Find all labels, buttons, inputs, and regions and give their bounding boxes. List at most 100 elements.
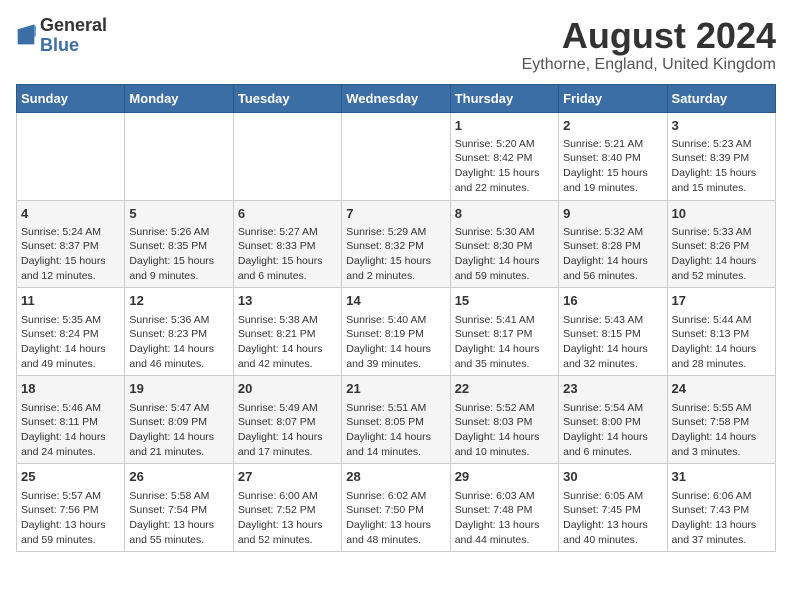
day-info: Sunrise: 5:49 AM Sunset: 8:07 PM Dayligh… — [238, 401, 337, 460]
column-header-tuesday: Tuesday — [233, 84, 341, 112]
calendar-cell: 27 Sunrise: 6:00 AM Sunset: 7:52 PM Dayli… — [233, 464, 341, 552]
day-number: 9 — [563, 205, 662, 223]
day-info: Sunrise: 5:35 AM Sunset: 8:24 PM Dayligh… — [21, 313, 120, 372]
day-number: 19 — [129, 380, 228, 398]
calendar-cell: 19 Sunrise: 5:47 AM Sunset: 8:09 PM Dayli… — [125, 376, 233, 464]
column-header-wednesday: Wednesday — [342, 84, 450, 112]
calendar-cell: 10 Sunrise: 5:33 AM Sunset: 8:26 PM Dayli… — [667, 200, 775, 288]
day-number: 23 — [563, 380, 662, 398]
calendar-cell — [17, 112, 125, 200]
day-info: Sunrise: 5:55 AM Sunset: 7:58 PM Dayligh… — [672, 401, 771, 460]
calendar-cell — [125, 112, 233, 200]
day-info: Sunrise: 5:27 AM Sunset: 8:33 PM Dayligh… — [238, 225, 337, 284]
calendar-cell: 12 Sunrise: 5:36 AM Sunset: 8:23 PM Dayli… — [125, 288, 233, 376]
day-number: 31 — [672, 468, 771, 486]
calendar-table: SundayMondayTuesdayWednesdayThursdayFrid… — [16, 84, 776, 553]
day-info: Sunrise: 5:43 AM Sunset: 8:15 PM Dayligh… — [563, 313, 662, 372]
subtitle: Eythorne, England, United Kingdom — [522, 56, 776, 74]
day-number: 22 — [455, 380, 554, 398]
day-info: Sunrise: 5:47 AM Sunset: 8:09 PM Dayligh… — [129, 401, 228, 460]
calendar-cell: 1 Sunrise: 5:20 AM Sunset: 8:42 PM Daylig… — [450, 112, 558, 200]
day-number: 10 — [672, 205, 771, 223]
day-number: 17 — [672, 292, 771, 310]
calendar-cell: 3Sunrise: 5:23 AM Sunset: 8:39 PM Daylig… — [667, 112, 775, 200]
calendar-cell: 6 Sunrise: 5:27 AM Sunset: 8:33 PM Daylig… — [233, 200, 341, 288]
calendar-cell: 11 Sunrise: 5:35 AM Sunset: 8:24 PM Dayli… — [17, 288, 125, 376]
day-info: Sunrise: 5:38 AM Sunset: 8:21 PM Dayligh… — [238, 313, 337, 372]
day-number: 27 — [238, 468, 337, 486]
calendar-cell: 5 Sunrise: 5:26 AM Sunset: 8:35 PM Daylig… — [125, 200, 233, 288]
day-info: Sunrise: 5:44 AM Sunset: 8:13 PM Dayligh… — [672, 313, 771, 372]
day-info: Sunrise: 5:21 AM Sunset: 8:40 PM Dayligh… — [563, 137, 662, 196]
calendar-cell: 21 Sunrise: 5:51 AM Sunset: 8:05 PM Dayli… — [342, 376, 450, 464]
calendar-cell: 25Sunrise: 5:57 AM Sunset: 7:56 PM Dayli… — [17, 464, 125, 552]
logo-general-text: General — [40, 16, 107, 36]
calendar-cell: 7Sunrise: 5:29 AM Sunset: 8:32 PM Daylig… — [342, 200, 450, 288]
calendar-cell: 13 Sunrise: 5:38 AM Sunset: 8:21 PM Dayli… — [233, 288, 341, 376]
day-number: 13 — [238, 292, 337, 310]
column-header-sunday: Sunday — [17, 84, 125, 112]
day-info: Sunrise: 5:26 AM Sunset: 8:35 PM Dayligh… — [129, 225, 228, 284]
calendar-cell: 28Sunrise: 6:02 AM Sunset: 7:50 PM Dayli… — [342, 464, 450, 552]
calendar-week-1: 1 Sunrise: 5:20 AM Sunset: 8:42 PM Daylig… — [17, 112, 776, 200]
day-number: 30 — [563, 468, 662, 486]
day-info: Sunrise: 5:58 AM Sunset: 7:54 PM Dayligh… — [129, 489, 228, 548]
calendar-week-5: 25Sunrise: 5:57 AM Sunset: 7:56 PM Dayli… — [17, 464, 776, 552]
calendar-cell: 15Sunrise: 5:41 AM Sunset: 8:17 PM Dayli… — [450, 288, 558, 376]
calendar-cell: 30 Sunrise: 6:05 AM Sunset: 7:45 PM Dayli… — [559, 464, 667, 552]
page-header: General Blue August 2024 Eythorne, Engla… — [16, 16, 776, 74]
day-info: Sunrise: 5:52 AM Sunset: 8:03 PM Dayligh… — [455, 401, 554, 460]
calendar-cell: 4 Sunrise: 5:24 AM Sunset: 8:37 PM Daylig… — [17, 200, 125, 288]
day-info: Sunrise: 5:20 AM Sunset: 8:42 PM Dayligh… — [455, 137, 554, 196]
day-number: 1 — [455, 117, 554, 135]
day-info: Sunrise: 5:36 AM Sunset: 8:23 PM Dayligh… — [129, 313, 228, 372]
day-number: 7 — [346, 205, 445, 223]
day-number: 11 — [21, 292, 120, 310]
day-number: 2 — [563, 117, 662, 135]
calendar-cell: 24 Sunrise: 5:55 AM Sunset: 7:58 PM Dayli… — [667, 376, 775, 464]
logo-blue-text: Blue — [40, 36, 107, 56]
day-number: 4 — [21, 205, 120, 223]
day-info: Sunrise: 6:05 AM Sunset: 7:45 PM Dayligh… — [563, 489, 662, 548]
calendar-cell: 29 Sunrise: 6:03 AM Sunset: 7:48 PM Dayli… — [450, 464, 558, 552]
calendar-cell — [342, 112, 450, 200]
calendar-cell — [233, 112, 341, 200]
day-info: Sunrise: 6:02 AM Sunset: 7:50 PM Dayligh… — [346, 489, 445, 548]
calendar-cell: 23 Sunrise: 5:54 AM Sunset: 8:00 PM Dayli… — [559, 376, 667, 464]
day-number: 21 — [346, 380, 445, 398]
calendar-cell: 16 Sunrise: 5:43 AM Sunset: 8:15 PM Dayli… — [559, 288, 667, 376]
day-info: Sunrise: 5:24 AM Sunset: 8:37 PM Dayligh… — [21, 225, 120, 284]
calendar-week-2: 4 Sunrise: 5:24 AM Sunset: 8:37 PM Daylig… — [17, 200, 776, 288]
calendar-cell: 8 Sunrise: 5:30 AM Sunset: 8:30 PM Daylig… — [450, 200, 558, 288]
calendar-cell: 2 Sunrise: 5:21 AM Sunset: 8:40 PM Daylig… — [559, 112, 667, 200]
day-info: Sunrise: 6:00 AM Sunset: 7:52 PM Dayligh… — [238, 489, 337, 548]
calendar-cell: 17 Sunrise: 5:44 AM Sunset: 8:13 PM Dayli… — [667, 288, 775, 376]
column-header-saturday: Saturday — [667, 84, 775, 112]
day-number: 5 — [129, 205, 228, 223]
calendar-cell: 31Sunrise: 6:06 AM Sunset: 7:43 PM Dayli… — [667, 464, 775, 552]
day-number: 29 — [455, 468, 554, 486]
day-info: Sunrise: 5:46 AM Sunset: 8:11 PM Dayligh… — [21, 401, 120, 460]
calendar-cell: 26 Sunrise: 5:58 AM Sunset: 7:54 PM Dayli… — [125, 464, 233, 552]
day-info: Sunrise: 5:33 AM Sunset: 8:26 PM Dayligh… — [672, 225, 771, 284]
day-info: Sunrise: 5:54 AM Sunset: 8:00 PM Dayligh… — [563, 401, 662, 460]
day-number: 14 — [346, 292, 445, 310]
day-info: Sunrise: 6:03 AM Sunset: 7:48 PM Dayligh… — [455, 489, 554, 548]
calendar-cell: 22 Sunrise: 5:52 AM Sunset: 8:03 PM Dayli… — [450, 376, 558, 464]
day-number: 8 — [455, 205, 554, 223]
day-number: 18 — [21, 380, 120, 398]
day-number: 16 — [563, 292, 662, 310]
column-header-thursday: Thursday — [450, 84, 558, 112]
day-number: 6 — [238, 205, 337, 223]
day-info: Sunrise: 5:51 AM Sunset: 8:05 PM Dayligh… — [346, 401, 445, 460]
day-number: 26 — [129, 468, 228, 486]
column-header-monday: Monday — [125, 84, 233, 112]
calendar-cell: 14Sunrise: 5:40 AM Sunset: 8:19 PM Dayli… — [342, 288, 450, 376]
day-info: Sunrise: 5:30 AM Sunset: 8:30 PM Dayligh… — [455, 225, 554, 284]
day-number: 3 — [672, 117, 771, 135]
day-number: 24 — [672, 380, 771, 398]
day-number: 12 — [129, 292, 228, 310]
calendar-week-4: 18 Sunrise: 5:46 AM Sunset: 8:11 PM Dayli… — [17, 376, 776, 464]
calendar-week-3: 11 Sunrise: 5:35 AM Sunset: 8:24 PM Dayli… — [17, 288, 776, 376]
logo-icon — [16, 22, 36, 50]
